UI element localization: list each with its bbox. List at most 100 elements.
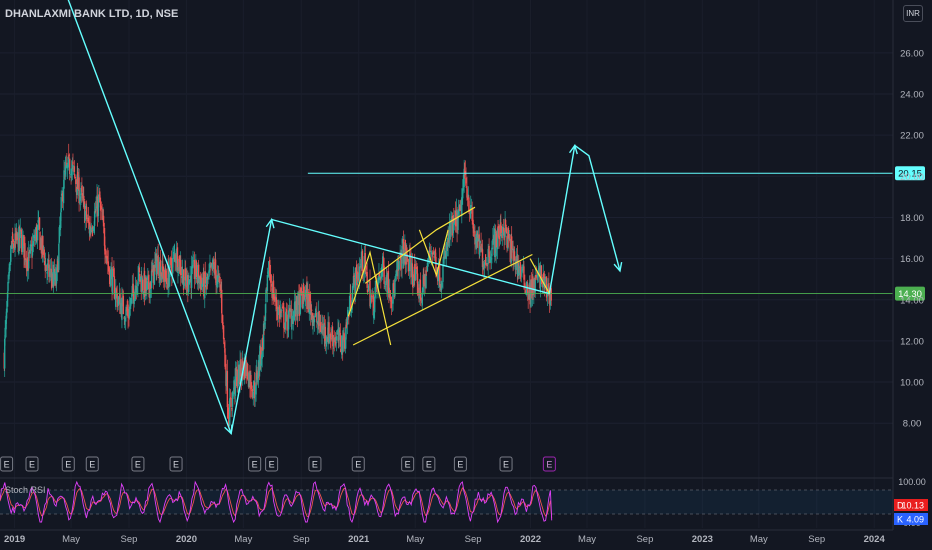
earnings-marker-label: E (269, 460, 275, 470)
indicator-name[interactable]: Stoch RSI (5, 485, 46, 495)
candle-body (121, 297, 123, 321)
price-tick-label: 24.00 (900, 90, 924, 101)
candle-body (70, 168, 73, 176)
candle-body (507, 227, 510, 239)
candle-body (104, 245, 106, 255)
candle-body (510, 236, 513, 249)
candle-body (190, 266, 193, 288)
candle-body (263, 322, 266, 325)
candle-body (518, 265, 520, 276)
candle-body (216, 275, 219, 284)
time-tick-label: May (62, 534, 80, 545)
candle-body (395, 270, 398, 276)
candle-body (141, 279, 144, 291)
candle-body (229, 398, 231, 426)
candle-body (300, 287, 302, 292)
candle-body (12, 233, 14, 243)
candle-body (102, 215, 105, 227)
candle-body (192, 260, 194, 267)
earnings-marker-label: E (426, 460, 432, 470)
candle-body (87, 217, 90, 223)
candle-body (500, 222, 502, 234)
candle-body (491, 247, 493, 257)
price-tick-label: 14.00 (900, 295, 924, 306)
candle-body (201, 283, 204, 287)
candle-body (222, 325, 225, 340)
candle-body (478, 246, 481, 256)
time-tick-label: 2023 (692, 534, 713, 545)
candle-body (465, 177, 467, 184)
candle-body (286, 314, 288, 331)
candle-body (148, 274, 150, 290)
candle-body (384, 283, 387, 286)
candle-body (252, 391, 254, 399)
candle-body (414, 269, 417, 281)
candle-body (180, 259, 182, 276)
price-tick-label: 22.00 (900, 131, 924, 142)
candle-body (275, 297, 278, 310)
time-tick-label: May (578, 534, 596, 545)
candle-body (75, 179, 77, 185)
candle-body (122, 295, 125, 315)
earnings-marker-label: E (457, 460, 463, 470)
earnings-marker-label: E (135, 460, 141, 470)
price-chart[interactable]: 20.1514.30 EEEEEEEEEEEEEEE 100.000.00D10… (0, 0, 932, 550)
candle-body (260, 358, 262, 366)
stoch-upper-label: 100.00 (898, 477, 926, 487)
candle-body (45, 264, 47, 271)
time-tick-label: 2020 (176, 534, 197, 545)
candle-body (330, 337, 332, 340)
candle-body (38, 217, 41, 230)
candle-body (250, 374, 252, 390)
currency-badge[interactable]: INR (903, 5, 923, 22)
candle-body (63, 170, 65, 189)
candle-body (184, 268, 187, 281)
candle-body (398, 260, 400, 270)
candle-body (254, 395, 256, 397)
time-tick-label: Sep (465, 534, 482, 545)
candle-body (313, 318, 316, 323)
candle-body (523, 266, 525, 280)
earnings-marker-label: E (252, 460, 258, 470)
candle-body (172, 253, 174, 260)
candle-body (513, 251, 516, 261)
k-value-label: 4.09 (906, 515, 924, 525)
candle-body (5, 308, 8, 319)
candle-body (84, 211, 86, 221)
candle-body (486, 264, 488, 267)
time-tick-label: Sep (636, 534, 653, 545)
candle-body (231, 391, 234, 407)
candle-body (74, 174, 76, 179)
candle-body (315, 310, 317, 312)
candle-body (335, 336, 338, 341)
candle-body (162, 263, 164, 272)
candle-body (359, 263, 361, 266)
candle-body (58, 243, 60, 270)
candle-body (219, 284, 222, 291)
candle-body (4, 327, 6, 339)
earnings-marker-label: E (546, 460, 552, 470)
candle-body (339, 332, 342, 347)
candle-body (269, 274, 272, 283)
earnings-marker-label: E (89, 460, 95, 470)
candle-body (83, 195, 85, 200)
candle-body (504, 219, 507, 227)
candle-body (380, 267, 383, 279)
price-tick-label: 8.00 (903, 419, 922, 430)
time-tick-label: 2022 (520, 534, 541, 545)
time-tick-label: Sep (808, 534, 825, 545)
candle-body (441, 282, 443, 288)
candle-body (128, 306, 131, 318)
candle-body (165, 278, 168, 284)
symbol-title[interactable]: DHANLAXMI BANK LTD, 1D, NSE (5, 8, 178, 20)
candle-body (130, 297, 132, 306)
time-tick-label: 2021 (348, 534, 370, 545)
candle-body (488, 245, 490, 258)
candle-body (334, 341, 337, 344)
candle-body (338, 327, 340, 340)
candle-body (157, 254, 159, 276)
candle-body (246, 363, 249, 380)
earnings-marker-label: E (173, 460, 179, 470)
candle-body (289, 308, 291, 312)
candle-body (113, 276, 116, 299)
